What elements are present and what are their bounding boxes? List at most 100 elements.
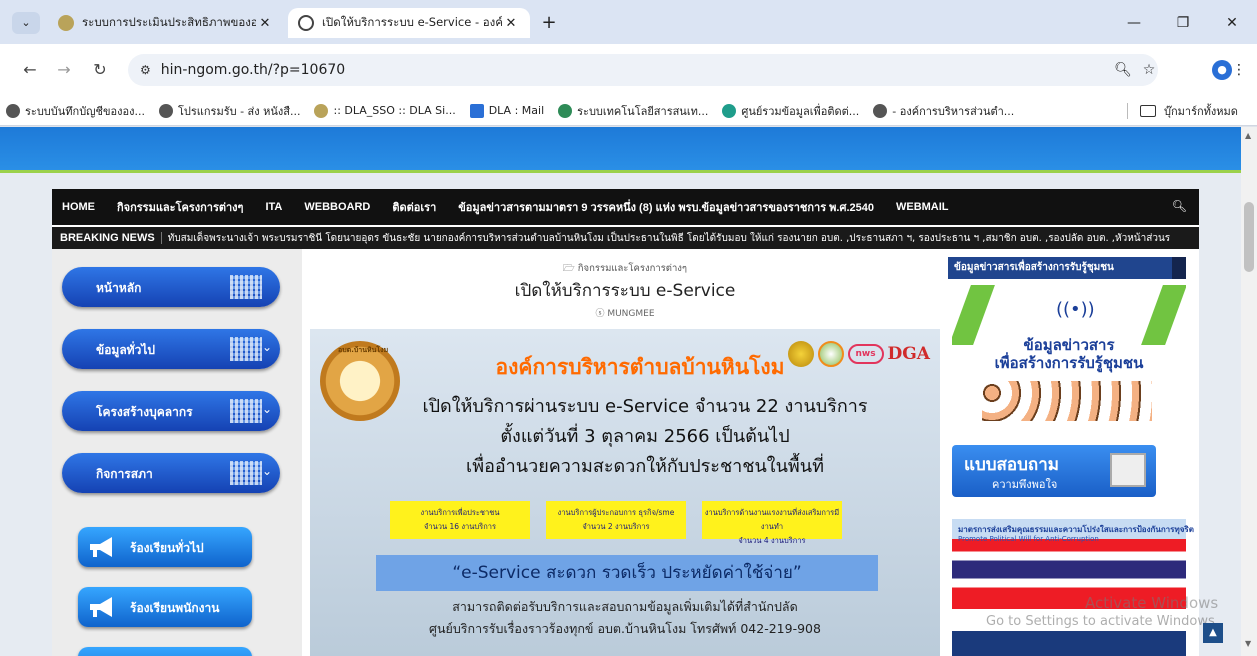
menu-button-home[interactable]: หน้าหลัก xyxy=(62,267,280,307)
chevron-down-icon: ⌄ xyxy=(261,464,272,478)
site-favicon-icon xyxy=(58,15,74,31)
nav-item-webboard[interactable]: WEBBOARD xyxy=(304,201,370,213)
survey-title: แบบสอบถาม xyxy=(964,455,1059,475)
banner-text: เพื่อสร้างการรับรู้ชุมชน xyxy=(994,354,1144,372)
partial-banner[interactable] xyxy=(952,631,1186,656)
browser-tab-bar: ⌄ ระบบการประเมินประสิทธิภาพขององค์ ✕ เปิ… xyxy=(0,0,1257,44)
bookmark-item[interactable]: DLA : Mail xyxy=(469,103,544,118)
left-sidebar: หน้าหลัก ข้อมูลทั่วไป ⌄ โครงสร้างบุคลากร… xyxy=(52,249,302,656)
user-icon: ⓢ xyxy=(595,309,608,319)
bookmark-item[interactable]: ระบบบันทึกบัญชีขององ... xyxy=(6,102,145,120)
menu-button-label: ข้อมูลทั่วไป xyxy=(96,343,155,357)
post-category[interactable]: 🗁 กิจกรรมและโครงการต่างๆ xyxy=(310,261,940,277)
chevron-up-icon: ▲ xyxy=(1209,627,1217,638)
dla-logo-icon xyxy=(314,103,329,118)
decorative-grid-icon xyxy=(230,337,262,361)
decorative-grid-icon xyxy=(230,399,262,423)
zoom-icon[interactable]: 🔍︎ xyxy=(1110,56,1136,84)
nav-item-webmail[interactable]: WEBMAIL xyxy=(896,201,949,213)
chevron-down-icon: ⌄ xyxy=(21,16,31,29)
eservice-banner-image: อบต.บ้านหินโงม nws DGA องค์การบริหารตำบล… xyxy=(310,329,940,656)
complaint-label: ร้องเรียนทั่วไป xyxy=(130,541,204,555)
complaint-general-button[interactable]: ร้องเรียนทั่วไป xyxy=(78,527,252,567)
post-author[interactable]: ⓢ MUNGMEE xyxy=(310,306,940,319)
bookmark-item[interactable]: :: DLA_SSO :: DLA Si... xyxy=(314,103,456,118)
megaphone-icon xyxy=(90,597,112,617)
url-text[interactable]: hin-ngom.go.th/?p=10670 xyxy=(161,62,345,78)
megaphone-icon xyxy=(90,537,112,557)
service-box-business: งานบริการผู้ประกอบการ ธุรกิจ/sme จำนวน 2… xyxy=(546,501,686,539)
folder-icon xyxy=(1140,105,1156,117)
banner-date: ตั้งแต่วันที่ 3 ตุลาคม 2566 เป็นต้นไป xyxy=(500,426,790,447)
widget-heading: ข้อมูลข่าวสารเพื่อสร้างการรับรู้ชุมชน xyxy=(948,257,1186,279)
close-tab-icon[interactable]: ✕ xyxy=(256,16,274,31)
globe-icon xyxy=(298,15,314,31)
new-tab-button[interactable]: + xyxy=(537,12,561,34)
page-scrollbar[interactable]: ▲ ▼ xyxy=(1241,127,1257,656)
mail-icon xyxy=(469,103,484,118)
restore-icon[interactable]: ❐ xyxy=(1160,10,1206,36)
menu-button-label: โครงสร้างบุคลากร xyxy=(96,405,193,419)
decorative-grid-icon xyxy=(230,461,262,485)
megaphone-icon: ((•)) xyxy=(1056,299,1095,320)
nav-item-home[interactable]: HOME xyxy=(62,201,95,213)
satisfaction-survey-banner[interactable]: แบบสอบถาม ความพึงพอใจ xyxy=(952,445,1156,497)
globe-icon xyxy=(6,103,20,118)
bookmark-item[interactable]: - องค์การบริหารส่วนตำ... xyxy=(873,102,1014,120)
breaking-news-label: BREAKING NEWS xyxy=(52,232,162,244)
forward-arrow-icon[interactable]: → xyxy=(50,56,78,84)
breaking-news-ticker: BREAKING NEWS ทับสมเด็จพระนางเจ้า พระบรม… xyxy=(52,227,1199,249)
globe-icon xyxy=(873,103,888,118)
bookmark-item[interactable]: ระบบเทคโนโลยีสารสนเท... xyxy=(558,102,708,120)
tab-title: เปิดให้บริการระบบ e-Service - องค์ก xyxy=(322,15,502,29)
close-window-icon[interactable]: ✕ xyxy=(1209,10,1255,36)
tab-search-menu-button[interactable]: ⌄ xyxy=(12,12,40,34)
nav-item-public-info[interactable]: ข้อมูลข่าวสารตามมาตรา 9 วรรคหนึ่ง (8) แห… xyxy=(458,198,874,216)
banner-text: Promote Political Will for Anti-Corrupti… xyxy=(958,535,1099,543)
banner-org-name: องค์การบริหารตำบลบ้านหินโงม xyxy=(495,355,785,379)
chevron-down-icon: ⌄ xyxy=(261,402,272,416)
scroll-down-icon[interactable]: ▼ xyxy=(1245,639,1251,648)
nav-item-contact[interactable]: ติดต่อเรา xyxy=(392,198,436,216)
tab-active[interactable]: เปิดให้บริการระบบ e-Service - องค์ก ✕ xyxy=(288,8,530,38)
page-viewport: HOME กิจกรรมและโครงการต่างๆ ITA WEBBOARD… xyxy=(0,127,1241,656)
menu-button-label: หน้าหลัก xyxy=(96,281,142,295)
bookmarks-bar: ระบบบันทึกบัญชีขององ... โปรแกรมรับ - ส่ง… xyxy=(0,96,1257,126)
search-icon[interactable]: 🔍︎ xyxy=(1172,199,1187,213)
address-bar[interactable]: ⚙ hin-ngom.go.th/?p=10670 xyxy=(128,54,1158,86)
complaint-label: ร้องเรียนพนักงาน xyxy=(130,601,220,615)
scroll-up-icon[interactable]: ▲ xyxy=(1245,131,1251,140)
nav-item-activities[interactable]: กิจกรรมและโครงการต่างๆ xyxy=(117,198,243,216)
breaking-news-text[interactable]: ทับสมเด็จพระนางเจ้า พระบรมราชินี โดยนายอ… xyxy=(162,231,1170,246)
menu-button-personnel[interactable]: โครงสร้างบุคลากร ⌄ xyxy=(62,391,280,431)
more-menu-icon[interactable]: ⋮ xyxy=(1226,56,1252,84)
tab-inactive[interactable]: ระบบการประเมินประสิทธิภาพขององค์ ✕ xyxy=(48,8,284,38)
site-container: HOME กิจกรรมและโครงการต่างๆ ITA WEBBOARD… xyxy=(52,189,1199,656)
back-to-top-button[interactable]: ▲ xyxy=(1203,623,1223,643)
scrollbar-thumb[interactable] xyxy=(1244,202,1254,272)
folder-icon: 🗁 xyxy=(562,263,578,274)
minimize-icon[interactable]: — xyxy=(1111,10,1157,36)
article: 🗁 กิจกรรมและโครงการต่างๆ เปิดให้บริการระ… xyxy=(310,249,940,656)
menu-button-general-info[interactable]: ข้อมูลทั่วไป ⌄ xyxy=(62,329,280,369)
all-bookmarks-button[interactable]: บุ๊กมาร์กทั้งหมด xyxy=(1140,102,1238,120)
complaint-more-button[interactable] xyxy=(78,647,252,656)
menu-button-council[interactable]: กิจการสภา ⌄ xyxy=(62,453,280,493)
banner-contact-line: สามารถติดต่อรับบริการและสอบถามข้อมูลเพิ่… xyxy=(452,599,798,614)
globe-icon xyxy=(158,103,173,118)
chevron-down-icon: ⌄ xyxy=(261,340,272,354)
nav-item-ita[interactable]: ITA xyxy=(265,201,282,213)
survey-subtitle: ความพึงพอใจ xyxy=(992,478,1058,491)
complaint-staff-button[interactable]: ร้องเรียนพนักงาน xyxy=(78,587,252,627)
close-tab-icon[interactable]: ✕ xyxy=(502,16,520,31)
site-info-icon[interactable]: ⚙ xyxy=(140,63,151,77)
community-info-banner[interactable]: ((•)) ข้อมูลข่าวสาร เพื่อสร้างการรับรู้ช… xyxy=(952,285,1186,425)
service-box-labor: งานบริการด้านงานแรงงานที่ส่งเสริมการมีงา… xyxy=(702,501,842,545)
bookmark-star-icon[interactable]: ☆ xyxy=(1136,56,1162,84)
service-box-citizens: งานบริการเพื่อประชาชน จำนวน 16 งานบริการ xyxy=(390,501,530,539)
reload-icon[interactable]: ↻ xyxy=(86,56,114,84)
bookmark-item[interactable]: โปรแกรมรับ - ส่ง หนังสื... xyxy=(158,102,300,120)
page-title: เปิดให้บริการระบบ e-Service xyxy=(514,281,736,301)
bookmark-item[interactable]: ศูนย์รวมข้อมูลเพื่อติดต่... xyxy=(722,102,859,120)
back-arrow-icon[interactable]: ← xyxy=(16,56,44,84)
